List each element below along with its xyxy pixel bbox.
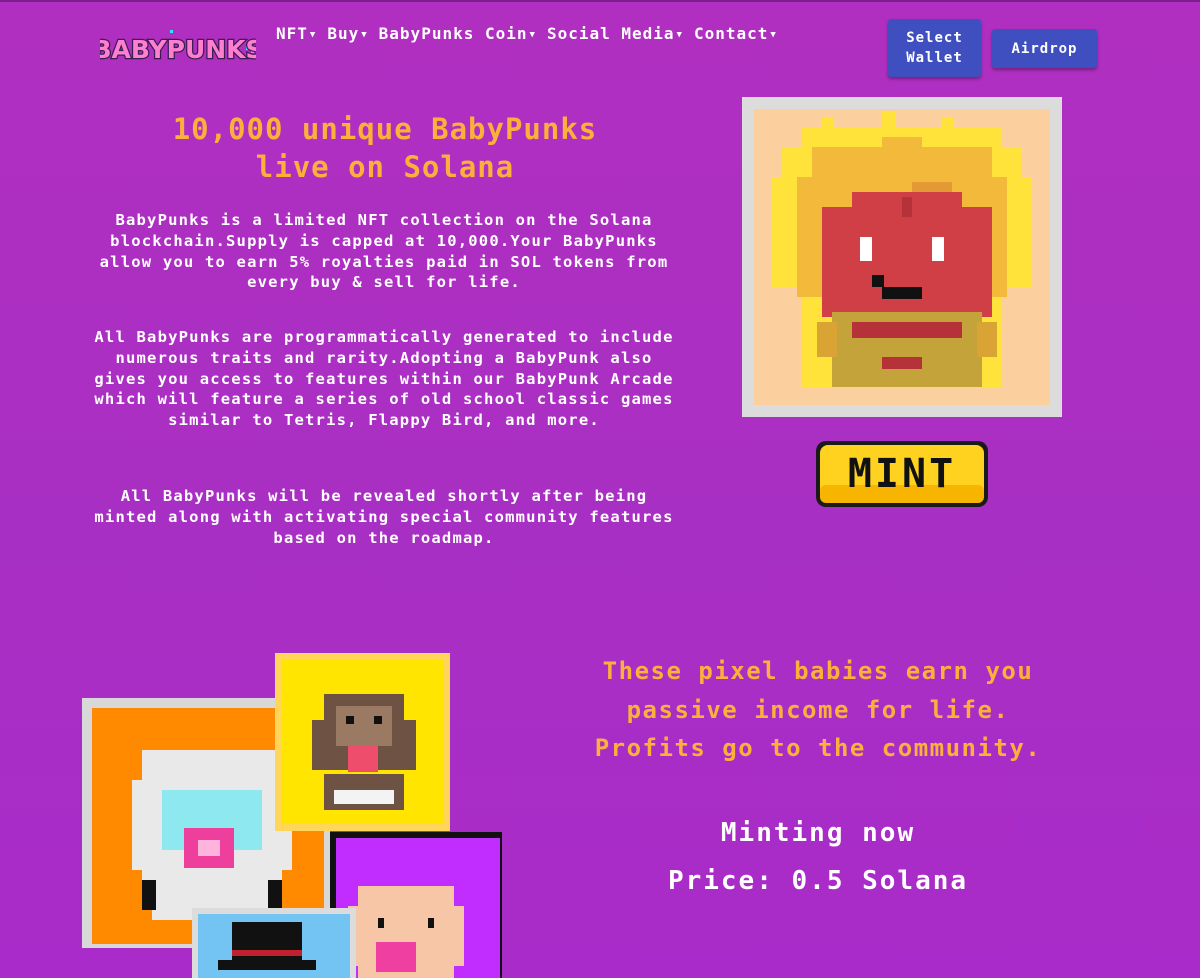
nav-item-buy[interactable]: Buy ▼ — [327, 24, 367, 43]
nav-item-contact[interactable]: Contact ▼ — [694, 24, 777, 43]
logo-text: BABYPUNKS — [100, 35, 256, 64]
chevron-down-icon: ▼ — [361, 30, 368, 40]
wallet-label-line2: Wallet — [906, 50, 963, 66]
airdrop-button[interactable]: Airdrop — [992, 29, 1097, 68]
nav-label: Contact — [693, 24, 769, 43]
tagline-line1: These pixel babies earn you — [602, 657, 1034, 685]
nav-item-social-media[interactable]: Social Media ▼ — [547, 24, 683, 43]
income-tagline: These pixel babies earn you passive inco… — [540, 652, 1096, 768]
tagline-line2: passive income for life. — [626, 695, 1010, 724]
wallet-label-line1: Select — [906, 30, 963, 46]
nav-item-coin[interactable]: BabyPunks Coin ▼ — [379, 24, 536, 43]
mint-button[interactable]: MINT — [812, 437, 992, 511]
nav-label: Buy — [327, 24, 360, 43]
chevron-down-icon: ▼ — [676, 30, 683, 40]
main-nav: NFT ▼ Buy ▼ BabyPunks Coin ▼ Social Media ▼ … — [276, 24, 788, 43]
hero-title-line2: live on Solana — [255, 150, 515, 184]
hero-paragraph-arcade: All BabyPunks are programmatically gener… — [94, 328, 674, 430]
minting-status: Minting now — [720, 818, 916, 848]
hero-paragraph-royalties: BabyPunks is a limited NFT collection on… — [99, 211, 669, 292]
tagline-line3: Profits go to the community. — [594, 734, 1042, 762]
chevron-down-icon: ▼ — [770, 30, 777, 40]
select-wallet-label: Select Wallet — [906, 28, 963, 68]
select-wallet-button[interactable]: Select Wallet — [888, 19, 981, 77]
hero-title-line1: 10,000 unique BabyPunks — [172, 112, 598, 146]
hero-paragraph-reveal: All BabyPunks will be revealed shortly a… — [94, 487, 674, 547]
chevron-down-icon: ▼ — [529, 30, 536, 40]
mint-price: Price: 0.5 Solana — [667, 866, 969, 896]
nav-item-nft[interactable]: NFT ▼ — [276, 24, 316, 43]
nav-label: Social Media — [546, 24, 675, 43]
babypunks-collage — [80, 650, 510, 978]
tophat-babypunk-card — [192, 908, 356, 978]
nav-label: NFT — [276, 24, 308, 43]
featured-babypunk-image — [742, 97, 1062, 417]
mint-label: MINT — [848, 451, 956, 497]
top-border — [0, 0, 1200, 2]
babypunks-logo[interactable]: BABYPUNKS — [100, 28, 256, 70]
chevron-down-icon: ▼ — [309, 30, 317, 40]
hero-title: 10,000 unique BabyPunks live on Solana — [90, 110, 680, 186]
nav-label: BabyPunks Coin — [378, 24, 528, 43]
airdrop-label: Airdrop — [1011, 40, 1078, 57]
monkey-babypunk-card — [275, 653, 450, 831]
